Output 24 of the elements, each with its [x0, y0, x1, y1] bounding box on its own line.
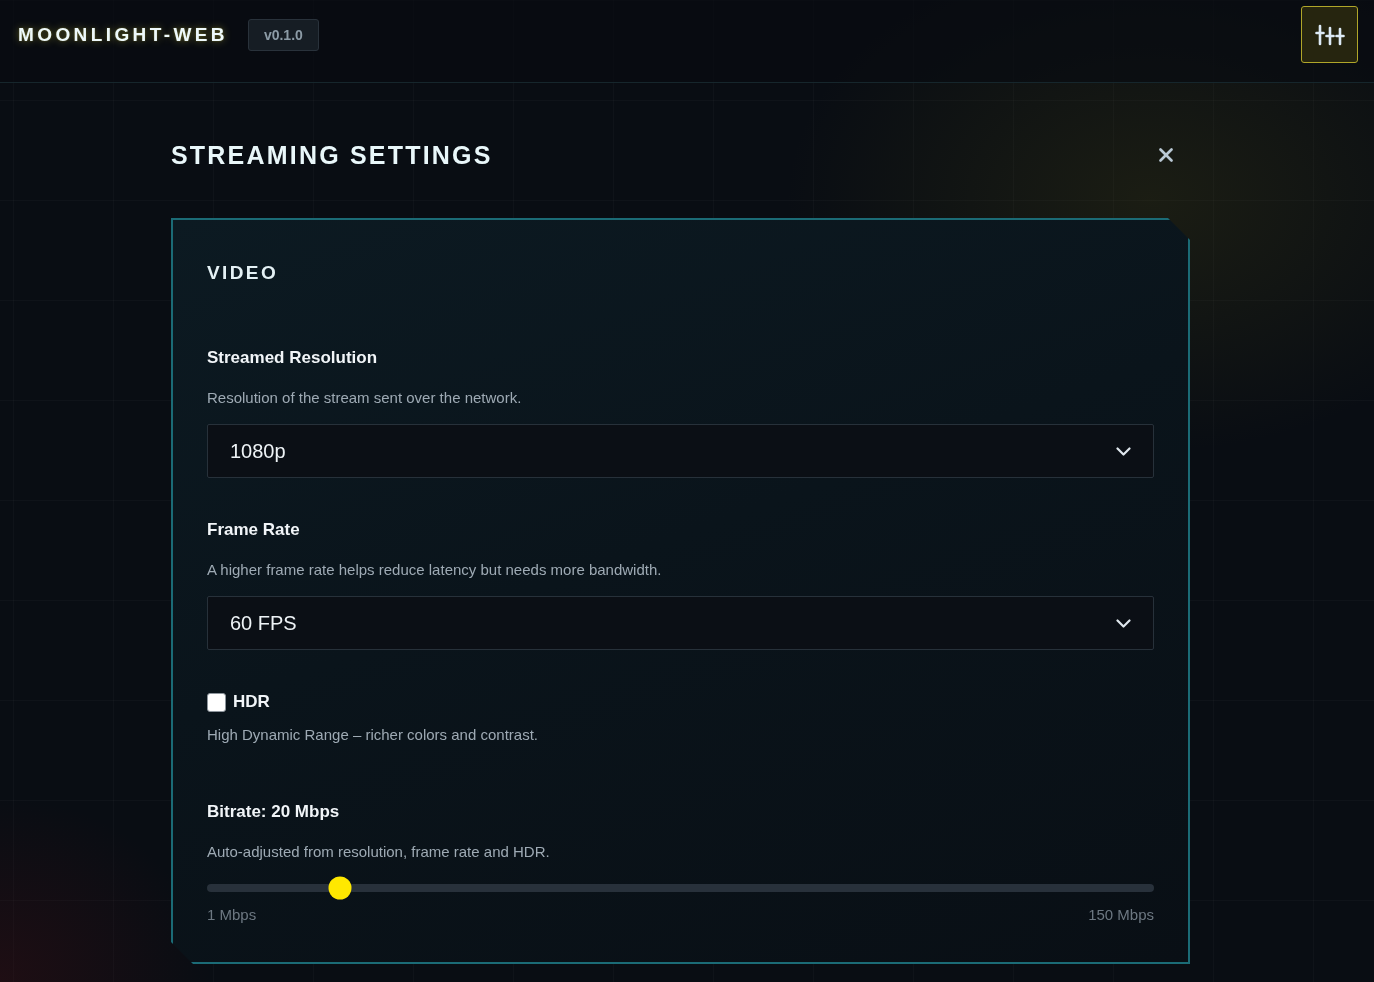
range-max-label: 150 Mbps: [1088, 905, 1154, 925]
field-label: Streamed Resolution: [207, 347, 379, 369]
dropdown-field[interactable]: 60 FPS: [207, 596, 1154, 650]
range-min-label: 1 Mbps: [207, 905, 257, 925]
field-label: Bitrate: 20 Mbps: [207, 801, 341, 823]
section-title: VIDEO: [207, 261, 280, 285]
field-description: A higher frame rate helps reduce latency but needs more bandwidth.: [207, 560, 663, 580]
dialog-title: STREAMING SETTINGS: [171, 140, 493, 171]
field-description: High Dynamic Range – richer colors and contrast.: [207, 725, 539, 745]
field-description: Resolution of the stream sent over the network.: [207, 388, 523, 408]
field-description: Auto-adjusted from resolution, frame rate and HDR.: [207, 842, 551, 862]
sliders-icon: [1314, 23, 1345, 46]
settings-button[interactable]: [1301, 6, 1358, 63]
chevron-down-icon: [1116, 446, 1131, 456]
checkbox-label: HDR: [233, 691, 270, 713]
checkbox[interactable]: [207, 692, 226, 712]
field-label: Frame Rate: [207, 519, 301, 541]
version-badge: v0.1.0: [247, 18, 319, 51]
close-icon: [1159, 148, 1173, 162]
slider-thumb[interactable]: [328, 876, 352, 900]
app-title: MOONLIGHT-WEB: [18, 25, 228, 44]
chevron-down-icon: [1116, 618, 1131, 628]
dropdown-field[interactable]: 1080p: [207, 424, 1154, 478]
close-button[interactable]: [1159, 148, 1173, 162]
